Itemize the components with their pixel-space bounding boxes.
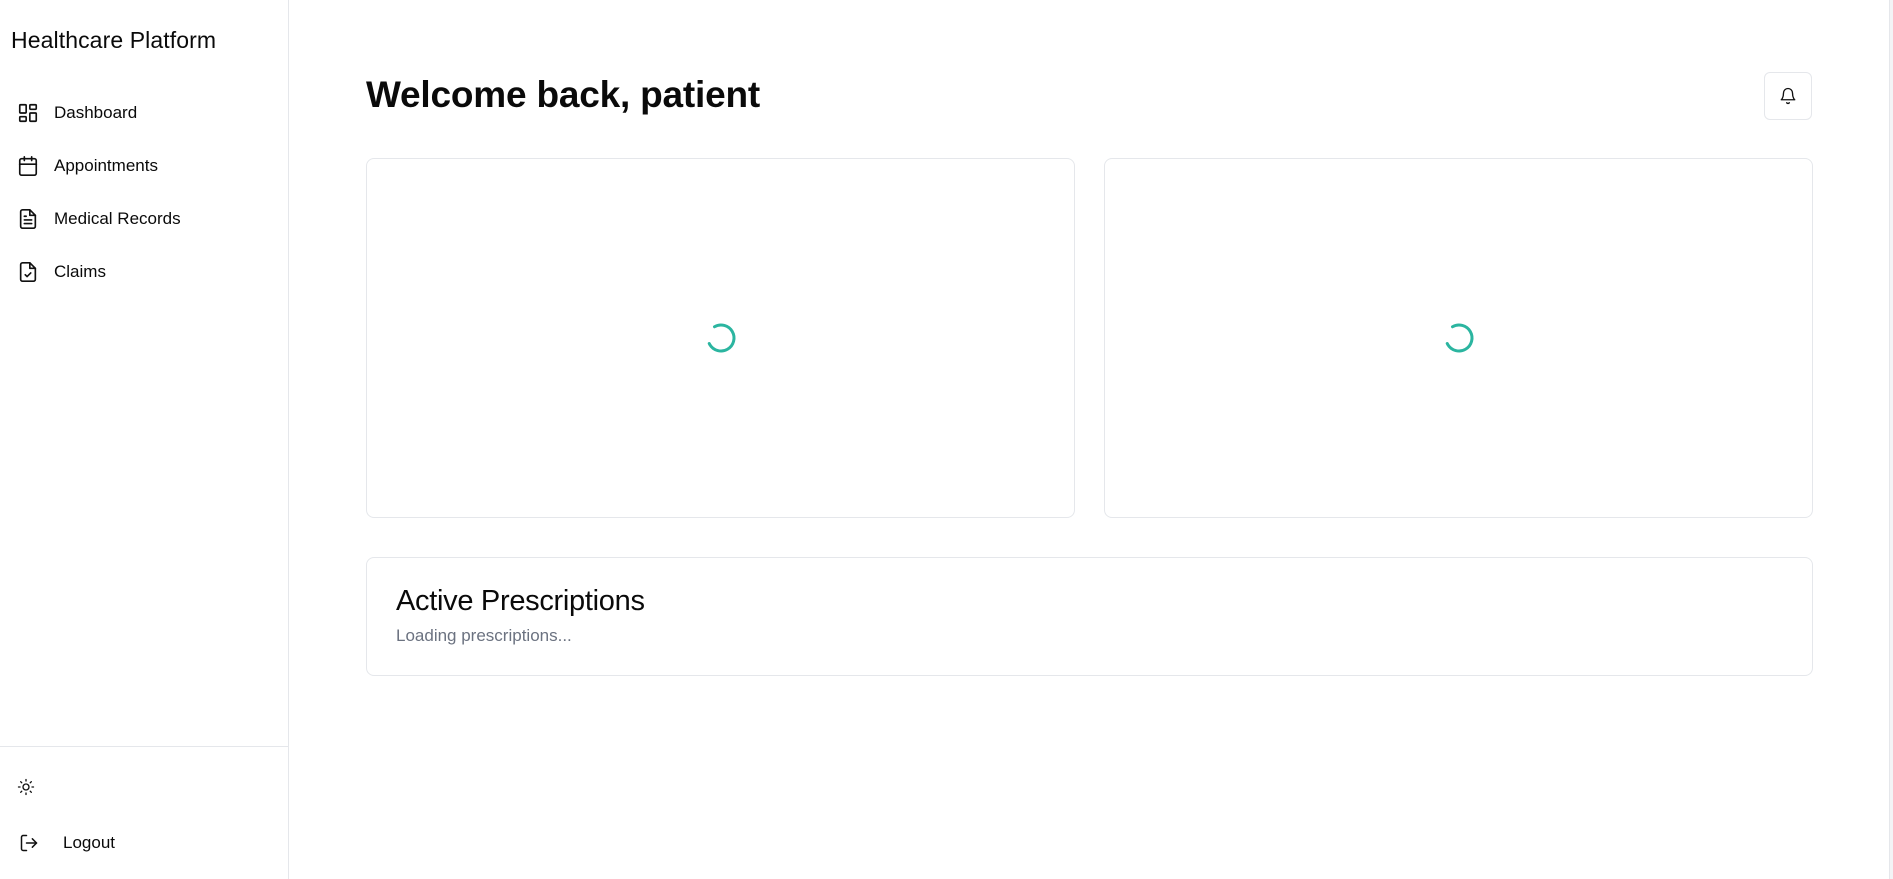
brand-title: Healthcare Platform: [11, 27, 217, 53]
dashboard-card-left: [366, 158, 1075, 518]
file-check-icon: [17, 261, 39, 283]
log-out-icon: [19, 833, 39, 853]
loading-spinner-icon: [1443, 322, 1475, 354]
logout-button[interactable]: Logout: [19, 833, 115, 853]
sidebar-item-label: Claims: [54, 261, 106, 281]
prescriptions-status: Loading prescriptions...: [396, 626, 572, 645]
sun-icon: [17, 778, 35, 796]
sidebar-item-medical-records[interactable]: Medical Records: [0, 192, 288, 245]
theme-toggle-button[interactable]: [16, 777, 36, 797]
scrollbar-track[interactable]: [1889, 0, 1893, 879]
notifications-button[interactable]: [1764, 72, 1812, 120]
sidebar-item-appointments[interactable]: Appointments: [0, 139, 288, 192]
logout-label: Logout: [63, 833, 115, 852]
sidebar-item-label: Appointments: [54, 155, 158, 175]
sidebar-item-label: Dashboard: [54, 102, 138, 122]
layout-dashboard-icon: [17, 102, 39, 124]
sidebar-item-label: Medical Records: [54, 208, 181, 228]
dashboard-card-right: [1104, 158, 1813, 518]
bell-icon: [1779, 87, 1797, 105]
loading-spinner-icon: [705, 322, 737, 354]
sidebar-item-dashboard[interactable]: Dashboard: [0, 86, 288, 139]
prescriptions-title: Active Prescriptions: [396, 585, 645, 617]
active-prescriptions-card: Active Prescriptions Loading prescriptio…: [366, 557, 1813, 676]
sidebar-footer: Logout: [0, 746, 288, 879]
app-root: Healthcare Platform Dashboard Appointmen…: [0, 0, 1893, 879]
sidebar: Healthcare Platform Dashboard Appointmen…: [0, 0, 289, 879]
sidebar-item-claims[interactable]: Claims: [0, 245, 288, 298]
calendar-icon: [17, 155, 39, 177]
file-text-icon: [17, 208, 39, 230]
sidebar-nav: Dashboard Appointments Medical Records C…: [0, 86, 288, 298]
page-title: Welcome back, patient: [366, 74, 761, 115]
main-content: Welcome back, patient Active Prescriptio…: [289, 0, 1889, 879]
